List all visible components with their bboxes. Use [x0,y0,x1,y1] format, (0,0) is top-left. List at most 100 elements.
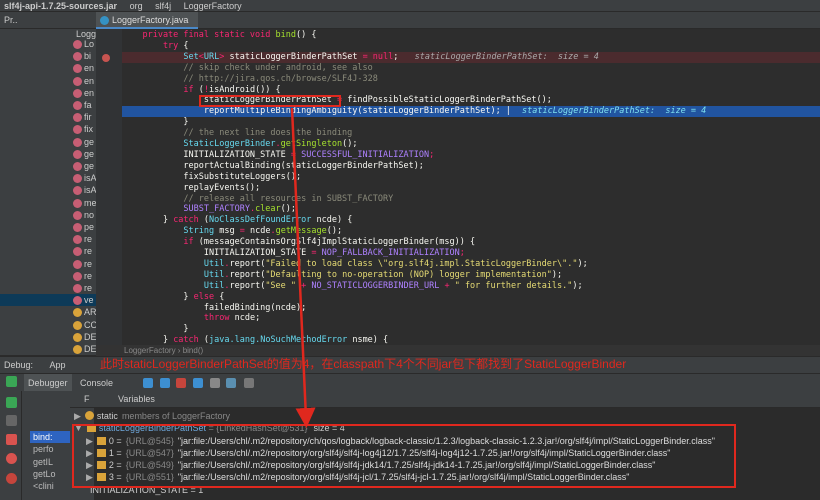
code-line[interactable]: if (!isAndroid()) { [122,85,820,96]
sidebar-item[interactable]: isA [72,172,96,184]
code-line[interactable]: String msg = ncde.getMessage(); [122,226,820,237]
code-line[interactable]: // http://jira.qos.ch/browse/SLF4J-328 [122,74,820,85]
code-line[interactable]: replayEvents(); [122,183,820,194]
code-line[interactable]: // release all resources in SUBST_FACTOR… [122,194,820,205]
tab-loggerfactory-java[interactable]: LoggerFactory.java [96,12,199,29]
sidebar-item[interactable]: isA [72,184,96,196]
variables-label: Variables [118,394,155,404]
pause-icon[interactable] [6,415,17,426]
frame-item[interactable]: getLo [30,468,70,480]
breakpoint-icon[interactable] [102,54,110,62]
step-over-icon[interactable] [143,378,153,388]
code-line[interactable]: } [122,117,820,128]
sidebar-item[interactable]: bi [72,50,96,62]
sidebar-item[interactable]: DE [72,343,96,355]
code-line[interactable]: } catch (NoClassDefFoundError ncde) { [122,215,820,226]
code-line[interactable]: fixSubstituteLoggers(); [122,172,820,183]
code-token: + [301,280,312,291]
view-breakpoints-icon[interactable] [6,453,17,464]
code-line[interactable]: if (messageContainsOrgSlf4jImplStaticLog… [122,237,820,248]
code-line[interactable]: // the next line does the binding [122,128,820,139]
sidebar-item[interactable]: fa [72,99,96,111]
code-line[interactable]: failedBinding(ncde); [122,303,820,314]
frames-label[interactable]: F [84,394,90,404]
sidebar-item[interactable]: pe [72,221,96,233]
sidebar-item[interactable]: re [72,233,96,245]
code-token: staticLoggerBinderPathSet [229,51,363,62]
code-line[interactable]: Util.report("See " + NO_STATICLOGGERBIND… [122,281,820,292]
sidebar-item[interactable]: ge [72,160,96,172]
frame-item[interactable]: <clini [30,480,70,492]
code-line[interactable]: private final static void bind() { [122,30,820,41]
step-out-icon[interactable] [193,378,203,388]
sidebar-item-label: en [84,75,95,86]
code-line[interactable]: Set<URL> staticLoggerBinderPathSet = nul… [122,51,820,63]
sidebar-item[interactable]: ge [72,136,96,148]
crumb-slf4j[interactable]: slf4j [155,1,171,11]
rerun-icon[interactable] [6,376,17,387]
sidebar-item[interactable]: DE [72,331,96,343]
crumb-jar[interactable]: slf4j-api-1.7.25-sources.jar [4,1,117,11]
debug-config-tab[interactable]: App [50,360,66,370]
code-line[interactable]: StaticLoggerBinder.getSingleton(); [122,139,820,150]
sidebar-item[interactable]: re [72,270,96,282]
frame-item[interactable]: bind: [30,431,70,443]
code-line[interactable]: } catch (java.lang.NoSuchMethodError nsm… [122,335,820,345]
sidebar-item[interactable]: Lo [72,38,96,50]
code-line[interactable]: SUBST_FACTORY.clear(); [122,204,820,215]
drop-frame-icon[interactable] [210,378,220,388]
method-icon [73,125,82,135]
sidebar-item[interactable]: re [72,282,96,294]
sidebar-item[interactable]: en [72,75,96,87]
sidebar-item[interactable]: no [72,209,96,221]
tab-debugger[interactable]: Debugger [24,374,72,392]
code-token: = [290,149,302,160]
tab-console[interactable]: Console [76,374,117,392]
sidebar-item[interactable]: re [72,258,96,270]
highlight-box-variables [72,424,736,488]
crumb-loggerfactory[interactable]: LoggerFactory [184,1,242,11]
resume-icon[interactable] [6,397,17,408]
project-view-tab[interactable]: Pr.. [4,14,18,27]
code-line[interactable]: Util.report("Failed to load class \"org.… [122,259,820,270]
editor-gutter[interactable] [96,29,122,345]
expand-arrow-icon[interactable]: ▶ [74,411,81,421]
run-to-cursor-icon[interactable] [226,378,236,388]
sidebar-item-label: ge [84,161,95,171]
code-line[interactable]: } else { [122,292,820,303]
sidebar-item[interactable]: ve [72,294,96,306]
force-step-into-icon[interactable] [176,378,186,388]
stop-icon[interactable] [6,434,17,445]
mute-breakpoints-icon[interactable] [6,473,17,484]
crumb-org[interactable]: org [130,1,143,11]
code-line[interactable]: } [122,324,820,335]
step-into-icon[interactable] [160,378,170,388]
sidebar-item-label: en [84,63,95,74]
code-line[interactable]: Util.report("Defaulting to no-operation … [122,270,820,281]
frame-item[interactable]: perfo [30,443,70,455]
sidebar-item[interactable]: AR [72,306,96,318]
code-token: ; [393,51,409,62]
code-editor[interactable]: private final static void bind() { try {… [96,29,820,345]
code-line[interactable]: throw ncde; [122,313,820,324]
code-line[interactable]: // skip check under android, see also [122,63,820,74]
code-line[interactable]: INITIALIZATION_STATE = SUCCESSFUL_INITIA… [122,150,820,161]
code-line[interactable]: reportMultipleBindingAmbiguity(staticLog… [122,106,820,118]
sidebar-item[interactable]: re [72,245,96,257]
code-line[interactable]: try { [122,41,820,52]
code-line[interactable]: INITIALIZATION_STATE = NOP_FALLBACK_INIT… [122,248,820,259]
frame-item[interactable]: getIL [30,456,70,468]
editor-breadcrumb[interactable]: LoggerFactory › bind() [96,345,820,356]
variable-row-static[interactable]: ▶ static members of LoggerFactory [74,410,230,422]
sidebar-item[interactable]: ge [72,148,96,160]
sidebar-item[interactable]: en [72,87,96,99]
sidebar-item[interactable]: fix [72,123,96,135]
sidebar-item[interactable]: en [72,62,96,74]
code-line[interactable]: reportActualBinding(staticLoggerBinderPa… [122,161,820,172]
evaluate-icon[interactable] [244,378,254,388]
sidebar-item[interactable]: CO [72,319,96,331]
sidebar-item[interactable]: me [72,197,96,209]
method-icon [73,174,82,184]
sidebar-item[interactable]: fir [72,111,96,123]
code-token: fixSubstituteLoggers(); [122,171,302,182]
